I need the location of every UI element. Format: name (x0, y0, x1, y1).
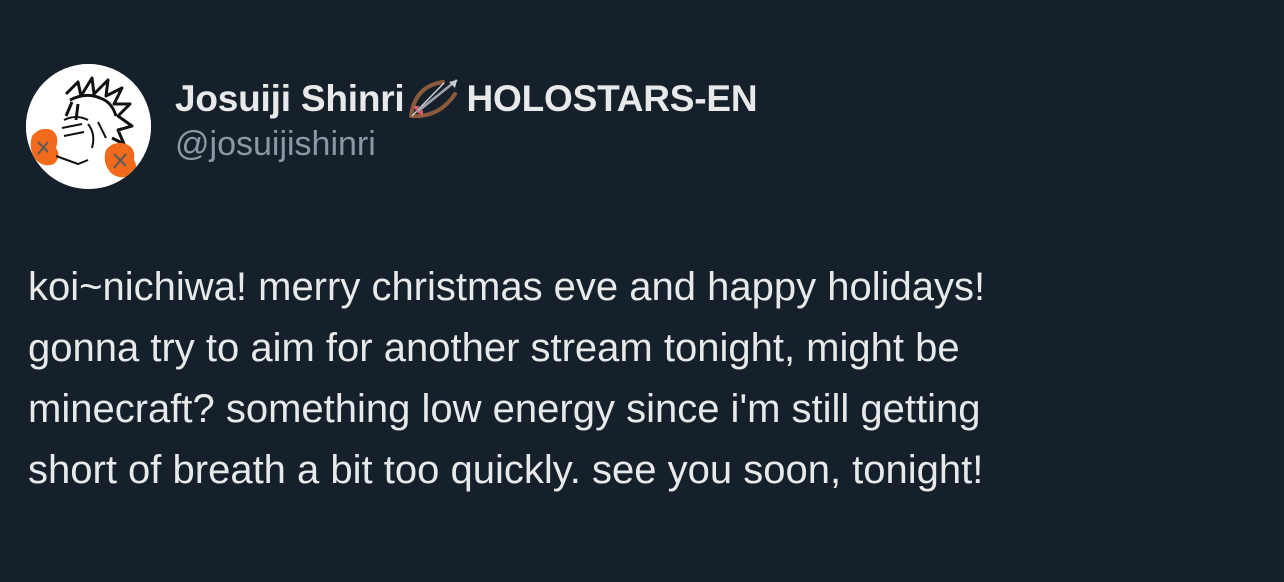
avatar[interactable] (26, 64, 151, 189)
identity-block: Josuiji Shinri HOLOSTARS-EN @josuijishin… (175, 75, 758, 164)
user-handle[interactable]: @josuijishinri (175, 125, 757, 164)
display-name[interactable]: Josuiji Shinri (175, 78, 405, 120)
bow-and-arrow-icon (405, 76, 465, 122)
avatar-drawing (26, 64, 151, 189)
tweet-text: koi~nichiwa! merry christmas eve and hap… (28, 265, 986, 492)
tweet-card: Josuiji Shinri HOLOSTARS-EN @josuijishin… (0, 0, 1284, 582)
name-row[interactable]: Josuiji Shinri HOLOSTARS-EN (175, 75, 758, 123)
tweet-header: Josuiji Shinri HOLOSTARS-EN @josuijishin… (26, 64, 758, 189)
affiliation-name[interactable]: HOLOSTARS-EN (467, 78, 758, 120)
